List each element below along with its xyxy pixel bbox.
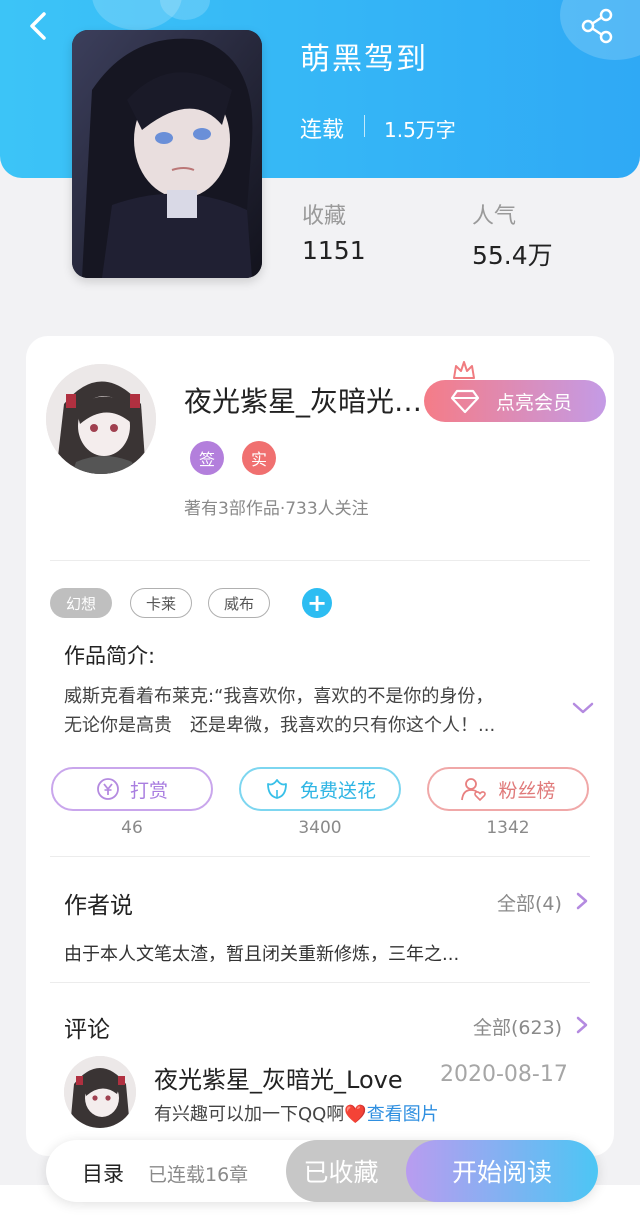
book-cover[interactable] xyxy=(72,30,262,278)
heart-icon: ❤️ xyxy=(344,1104,367,1125)
author-works-info: 著有3部作品·733人关注 xyxy=(184,499,369,519)
user-heart-icon xyxy=(461,778,487,802)
tip-count: 46 xyxy=(121,818,143,838)
tag-fantasy[interactable]: 幻想 xyxy=(50,588,112,618)
author-says-more[interactable]: 全部(4) xyxy=(497,889,562,916)
divider xyxy=(50,560,590,561)
comment-username[interactable]: 夜光紫星_灰暗光_Love xyxy=(154,1060,403,1095)
free-flower-button[interactable]: 免费送花 xyxy=(239,767,401,811)
author-name[interactable]: 夜光紫星_灰暗光_Love xyxy=(184,380,424,420)
status-divider xyxy=(364,115,365,137)
divider xyxy=(50,856,590,857)
author-avatar[interactable] xyxy=(46,364,156,474)
favorites-count: 1151 xyxy=(302,236,366,265)
favorited-label: 已收藏 xyxy=(303,1158,379,1187)
divider xyxy=(50,982,590,983)
fan-count: 1342 xyxy=(486,818,530,838)
start-reading-label: 开始阅读 xyxy=(451,1158,552,1187)
book-word-count: 1.5万字 xyxy=(384,118,456,142)
back-button[interactable] xyxy=(22,8,58,44)
comment-date: 2020-08-17 xyxy=(440,1062,568,1087)
tip-button[interactable]: 打赏 xyxy=(51,767,213,811)
comments-more[interactable]: 全部(623) xyxy=(473,1013,562,1040)
tip-button-label: 打赏 xyxy=(129,779,168,802)
verified-badge: 实 xyxy=(242,441,276,475)
fan-ranking-button[interactable]: 粉丝榜 xyxy=(427,767,589,811)
avatar[interactable] xyxy=(64,1056,136,1128)
vip-button-label: 点亮会员 xyxy=(496,391,573,414)
chevron-down-icon[interactable] xyxy=(570,698,596,718)
tag-kalai[interactable]: 卡莱 xyxy=(130,588,192,618)
chapter-count: 已连载16章 xyxy=(148,1164,249,1186)
free-flower-label: 免费送花 xyxy=(299,779,376,802)
intro-text[interactable]: 威斯克看着布莱克:“我喜欢你，喜欢的不是你的身份， 无论你是高贵 还是卑微，我喜… xyxy=(64,682,560,740)
popularity-label: 人气 xyxy=(472,204,517,229)
share-button[interactable] xyxy=(578,6,618,46)
toc-button[interactable]: 目录 xyxy=(82,1158,124,1188)
diamond-icon xyxy=(450,389,480,414)
start-reading-button[interactable]: 开始阅读 xyxy=(406,1140,598,1202)
book-status: 连载 xyxy=(300,118,345,143)
tag-weibu[interactable]: 威布 xyxy=(208,588,270,618)
flower-icon xyxy=(267,779,287,799)
comments-title: 评论 xyxy=(64,1017,110,1043)
chevron-right-icon[interactable] xyxy=(575,1015,589,1035)
chevron-right-icon[interactable] xyxy=(575,891,589,911)
signed-badge: 签 xyxy=(190,441,224,475)
flower-count: 3400 xyxy=(298,818,342,838)
view-image-link[interactable]: 查看图片 xyxy=(367,1104,439,1125)
chevron-left-icon xyxy=(30,12,46,40)
author-says-title: 作者说 xyxy=(64,893,133,919)
yen-coin-icon xyxy=(97,778,119,800)
favorites-label: 收藏 xyxy=(302,204,347,229)
fan-ranking-label: 粉丝榜 xyxy=(498,779,556,802)
share-icon xyxy=(581,8,613,44)
intro-title: 作品简介: xyxy=(64,644,156,668)
comment-text[interactable]: 有兴趣可以加一下QQ啊❤️查看图片 xyxy=(154,1100,439,1126)
popularity-count: 55.4万 xyxy=(472,241,553,270)
author-says-text[interactable]: 由于本人文笔太渣，暂且闭关重新修炼，三年之... xyxy=(64,940,459,966)
book-title: 萌黑驾到 xyxy=(300,42,428,77)
crown-icon xyxy=(453,361,475,379)
add-tag-button[interactable]: + xyxy=(302,588,332,618)
